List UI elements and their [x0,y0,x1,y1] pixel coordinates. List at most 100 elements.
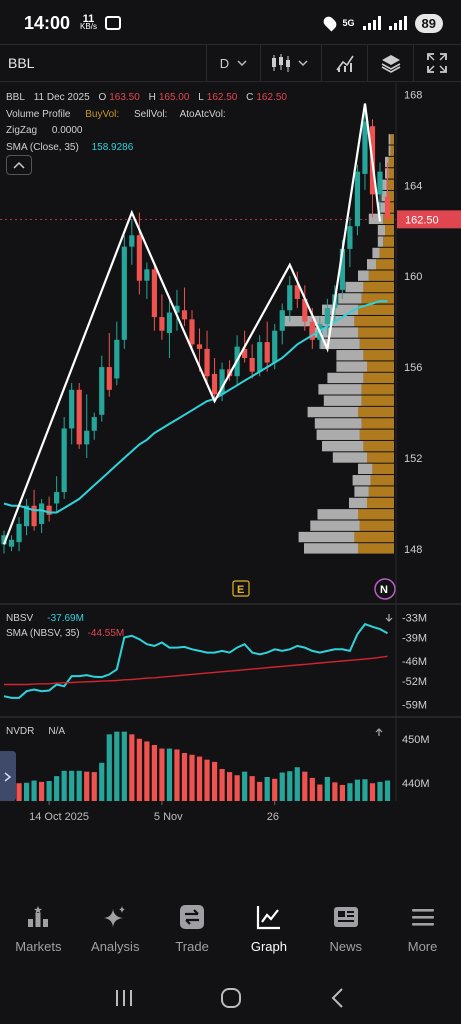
candle-body [144,269,150,281]
price-tick-label: 148 [404,544,422,556]
nvdr-bar [196,756,203,801]
profile-buy-bar [363,372,394,384]
nav-graph[interactable]: Graph [230,893,307,968]
nvdr-bar [121,731,127,801]
nvdr-bar [151,745,157,801]
home-icon[interactable] [220,987,242,1009]
candle-body [181,310,188,320]
candle-body [324,308,330,324]
candle-body [54,492,60,504]
candle-body [159,317,165,331]
price-tick-label: 152 [404,453,422,465]
nvdr-arrow-up-icon[interactable] [375,728,383,736]
low-label: L [198,92,204,103]
profile-buy-bar [379,247,394,259]
profile-sell-bar [316,429,360,440]
back-icon[interactable] [327,987,349,1009]
nvdr-bar [39,781,45,801]
system-navigation [0,978,461,1018]
sma-row: SMA (Close, 35) 158.9286 [6,140,293,157]
profile-buy-bar [383,236,394,247]
nbsv-label: NBSV [6,613,34,624]
indicators-button[interactable] [321,44,367,82]
candle-body [39,503,45,524]
news-marker[interactable]: N [374,578,396,600]
profile-buy-bar [354,315,394,327]
nbsv-sma-label: SMA (NBSV, 35) [6,628,80,639]
high-value: 165.00 [158,92,190,103]
recent-apps-icon[interactable] [113,988,135,1008]
indicators-icon [335,55,354,72]
nvdr-bar [174,749,180,801]
earnings-marker[interactable]: E [232,580,250,597]
nvdr-bar [16,783,22,801]
profile-sell-bar [314,418,362,429]
nav-markets[interactable]: Markets [0,893,77,968]
nvdr-bar [129,734,135,801]
candle-body [151,269,157,318]
legend-symbol: BBL [6,92,25,103]
profile-sell-bar [323,395,362,406]
profile-buy-bar [363,281,394,293]
legend-collapse-button[interactable] [6,155,32,175]
fullscreen-button[interactable] [413,44,459,82]
network-speed-unit: KB/s [80,22,97,31]
nvdr-bar [317,784,323,801]
candle-body [257,342,263,372]
profile-sell-bar [318,384,362,395]
nav-trade[interactable]: Trade [154,893,231,968]
nvdr-bar [362,779,368,801]
profile-sell-bar [349,497,367,509]
profile-sell-bar [367,259,376,270]
nbsv-tick-label: -33M [402,612,427,624]
nav-news[interactable]: News [307,893,384,968]
low-value: 162.50 [206,92,238,103]
graph-icon [256,906,280,930]
nvdr-bar [302,771,308,801]
candle-body [196,344,203,349]
interval-selector[interactable]: D [206,44,260,82]
nbsv-arrow-down-icon[interactable] [385,614,393,622]
nvdr-bar [377,781,383,801]
nvdr-bar [294,767,300,801]
layers-button[interactable] [367,44,413,82]
nav-analysis[interactable]: Analysis [77,893,154,968]
profile-buy-bar [388,156,394,168]
profile-sell-bar [385,168,389,179]
nvdr-bar [144,741,150,801]
nav-analysis-label: Analysis [91,939,140,954]
candle-body [204,348,210,377]
nvdr-bar [189,754,195,801]
nvdr-bar [339,785,345,801]
profile-sell-bar [377,225,385,236]
network-speed: 11 KB/s [80,14,97,31]
symbol-search-button[interactable]: BBL [0,55,206,71]
candle-body [249,358,255,372]
chart-type-selector[interactable] [260,44,321,82]
profile-sell-bar [354,486,369,497]
nvdr-bar [219,769,225,801]
nvdr-bar [181,753,188,801]
nvdr-tick-label: 450M [402,734,430,746]
profile-buy-bar [361,395,394,406]
nvdr-bar [347,783,353,801]
profile-sell-bar [388,145,391,156]
nbsv-tick-label: -59M [402,700,427,712]
price-chart[interactable]: 148 152 156 160 164 168 162.50 E N -33M -39M -4… [0,83,461,823]
nvdr-bar [106,734,112,801]
profile-buy-bar [368,486,394,497]
candle-body [354,171,361,227]
side-panel-handle[interactable] [0,751,16,801]
nvdr-bar [61,770,67,801]
high-label: H [148,92,156,103]
nav-more[interactable]: More [384,893,461,968]
nvdr-bar [114,731,120,801]
nvdr-bar [23,782,30,801]
status-bar: 14:00 11 KB/s 5G 89 [0,0,461,46]
markets-icon [28,906,49,927]
profile-buy-bar [388,168,394,179]
candle-body [106,367,112,390]
profile-buy-bar [358,543,394,554]
profile-buy-bar [359,338,394,350]
candle-body [69,389,75,429]
